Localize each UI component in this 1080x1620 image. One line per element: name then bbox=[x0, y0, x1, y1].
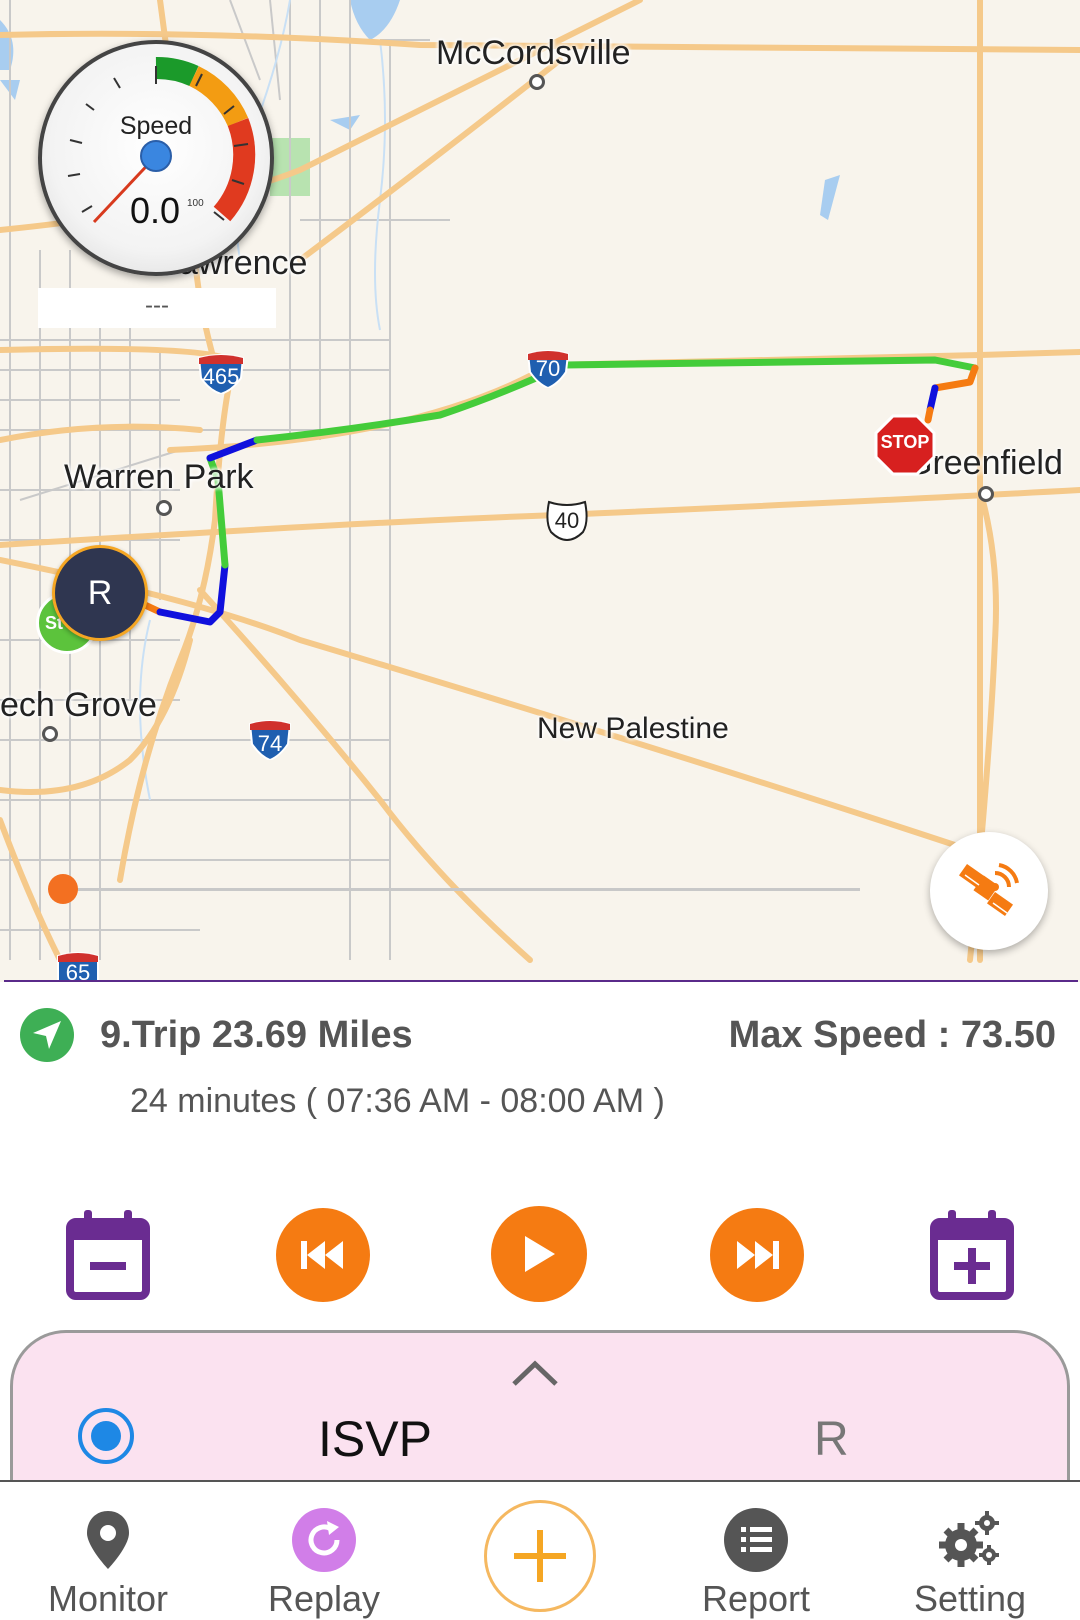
interstate-shield-70: 70 bbox=[526, 350, 570, 390]
replay-icon bbox=[291, 1498, 357, 1582]
nav-label-report: Report bbox=[701, 1578, 811, 1619]
town-marker bbox=[529, 74, 545, 90]
nav-item-replay[interactable]: Replay bbox=[256, 1482, 392, 1620]
report-list-icon bbox=[723, 1498, 789, 1582]
previous-day-button[interactable] bbox=[60, 1206, 156, 1302]
interstate-shield-65: 65 bbox=[56, 952, 100, 982]
map-view[interactable]: McCordsville Lawrence Warren Park Greenf… bbox=[0, 0, 1080, 982]
nav-label-monitor: Monitor bbox=[47, 1578, 169, 1619]
skip-previous-icon bbox=[301, 1241, 343, 1269]
trip-navigation-icon bbox=[20, 1008, 74, 1062]
nav-item-report[interactable]: Report bbox=[688, 1482, 824, 1620]
calendar-plus-icon bbox=[930, 1210, 1014, 1300]
gears-icon bbox=[937, 1498, 1003, 1582]
trip-duration: 24 minutes ( 07:36 AM - 08:00 AM ) bbox=[130, 1082, 665, 1120]
skip-next-icon bbox=[737, 1241, 779, 1269]
place-label-beech-grove: ech Grove bbox=[0, 686, 157, 724]
previous-trip-button[interactable] bbox=[276, 1208, 370, 1302]
device-panel[interactable] bbox=[10, 1330, 1070, 1490]
nav-label-setting: Setting bbox=[913, 1578, 1027, 1619]
speedometer-dial bbox=[67, 57, 256, 224]
trip-title: 9.Trip 23.69 Miles bbox=[100, 1014, 413, 1056]
speedometer-max: 100 bbox=[187, 198, 204, 209]
replay-timeline-track[interactable] bbox=[62, 888, 860, 891]
town-marker bbox=[156, 500, 172, 516]
interstate-shield-74: 74 bbox=[248, 720, 292, 762]
add-button[interactable] bbox=[484, 1500, 596, 1612]
place-label-mccordsville: McCordsville bbox=[436, 34, 631, 72]
stop-marker-label: STOP bbox=[880, 432, 930, 452]
stop-marker[interactable]: STOP bbox=[874, 414, 936, 476]
device-name: ISVP bbox=[318, 1411, 432, 1467]
nav-label-replay: Replay bbox=[267, 1578, 381, 1619]
interstate-shield-465: 465 bbox=[197, 354, 245, 396]
device-radio-button[interactable] bbox=[78, 1408, 134, 1464]
place-label-warren-park: Warren Park bbox=[64, 458, 254, 496]
satellite-toggle-button[interactable] bbox=[930, 832, 1048, 950]
speed-value: 0.0 bbox=[130, 190, 181, 231]
chevron-up-icon[interactable] bbox=[510, 1358, 560, 1393]
location-pin-icon bbox=[85, 1498, 131, 1582]
town-marker bbox=[978, 486, 994, 502]
map-divider bbox=[4, 980, 1078, 982]
current-position-marker[interactable]: R bbox=[52, 545, 148, 641]
next-trip-button[interactable] bbox=[710, 1208, 804, 1302]
place-label-new-palestine: New Palestine bbox=[537, 712, 729, 745]
device-code: R bbox=[814, 1413, 849, 1466]
calendar-minus-icon bbox=[66, 1210, 150, 1300]
nav-item-setting[interactable]: Setting bbox=[900, 1482, 1040, 1620]
speedometer-label: Speed bbox=[119, 112, 193, 140]
us-highway-shield-40: 40 bbox=[545, 498, 589, 542]
play-icon bbox=[525, 1236, 555, 1272]
satellite-icon bbox=[958, 863, 1019, 917]
next-day-button[interactable] bbox=[924, 1206, 1020, 1302]
speedometer-sub-value: --- bbox=[145, 292, 169, 319]
nav-item-monitor[interactable]: Monitor bbox=[40, 1482, 176, 1620]
town-marker bbox=[42, 726, 58, 742]
trip-max-speed: Max Speed : 73.50 bbox=[728, 1014, 1056, 1056]
play-button[interactable] bbox=[491, 1206, 587, 1302]
speedometer-gauge: Speed 0.0 100 bbox=[38, 40, 274, 276]
plus-icon bbox=[514, 1530, 566, 1582]
replay-timeline-thumb[interactable] bbox=[48, 874, 78, 904]
radio-dot bbox=[91, 1421, 121, 1451]
